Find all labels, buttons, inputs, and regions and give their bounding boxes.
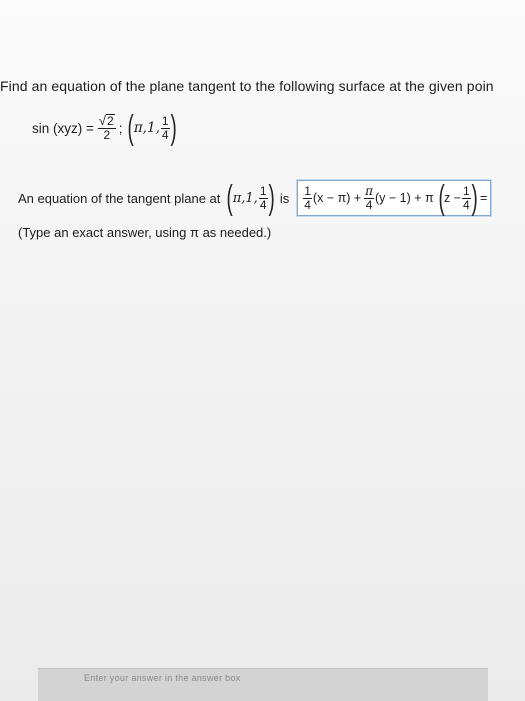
surface-point-prefix: π,1,	[133, 120, 160, 136]
term3-frac-num: 1	[462, 183, 471, 199]
question-prompt: Find an equation of the plane tangent to…	[0, 78, 494, 94]
surface-point-frac-num: 1	[160, 113, 170, 129]
answer-term3-prefix: z −	[444, 191, 462, 205]
tangent-plane-statement: An equation of the tangent plane at ( π,…	[18, 179, 493, 217]
surface-point-frac-den: 4	[161, 127, 169, 142]
surface-lhs: sin (xyz) =	[32, 120, 94, 136]
left-paren-icon: (	[226, 179, 234, 217]
statement-point-prefix: π,1,	[232, 190, 258, 206]
surface-separator: ;	[118, 120, 123, 136]
is-word: is	[279, 190, 290, 206]
answer-term1: (x − π) +	[312, 191, 362, 205]
sqrt2-denominator: 2	[103, 128, 111, 142]
coef1-den: 4	[304, 197, 311, 212]
sqrt-argument: 2	[106, 114, 115, 128]
statement-point-frac: 1 4	[258, 183, 268, 212]
left-paren-icon: (	[128, 109, 135, 147]
answer-status-bar: Enter your answer in the answer box	[38, 668, 488, 701]
right-paren-icon: )	[471, 179, 478, 217]
coef2-den: 4	[365, 197, 373, 212]
surface-equation: sin (xyz) = √ 2 2 ; ( π,1, 1 4 )	[32, 109, 177, 147]
coef1-frac: 1 4	[303, 183, 312, 212]
term3-frac-den: 4	[463, 197, 470, 212]
answer-input-box[interactable]: 1 4 (x − π) + π 4 (y − 1) + π ( z − 1 4 …	[296, 179, 493, 217]
statement-lead: An equation of the tangent plane at	[18, 190, 221, 206]
term3-frac: 1 4	[462, 183, 471, 212]
left-paren-icon: (	[438, 179, 445, 217]
right-paren-icon: )	[268, 179, 275, 217]
coef1-num: 1	[303, 183, 312, 199]
answer-instruction: Enter your answer in the answer box	[84, 673, 241, 683]
answer-tail: =	[480, 191, 488, 205]
sqrt2-numerator: √ 2	[97, 113, 116, 129]
coef2-frac: π 4	[364, 183, 375, 212]
right-paren-icon: )	[170, 109, 177, 147]
coef2-num: π	[364, 183, 375, 199]
answer-term2: (y − 1) + π	[375, 191, 434, 205]
answer-hint: (Type an exact answer, using π as needed…	[18, 225, 272, 240]
statement-point-frac-num: 1	[258, 183, 268, 199]
statement-point-frac-den: 4	[259, 197, 267, 212]
question-page: Find an equation of the plane tangent to…	[0, 0, 525, 701]
surface-point-frac: 1 4	[160, 113, 170, 142]
sqrt2-over-2: √ 2 2	[97, 113, 116, 142]
